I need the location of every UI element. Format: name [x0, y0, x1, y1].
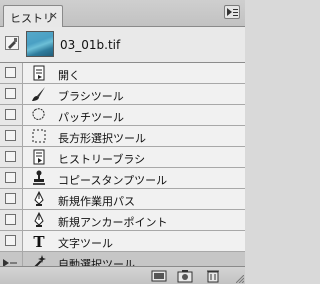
- history-item-label: 新規アンカーポイント: [58, 216, 168, 229]
- pen-icon: [34, 212, 44, 227]
- history-source-checkbox[interactable]: [5, 88, 16, 99]
- history-item[interactable]: パッチツール: [0, 105, 245, 126]
- snapshot-row[interactable]: 03_01b.tif: [0, 27, 245, 63]
- history-list: 開く ブラシツール パッチツール 長方形選択ツール ヒストリーブラシ コピースタ…: [0, 63, 245, 273]
- history-source-cell[interactable]: [0, 231, 23, 251]
- history-source-checkbox[interactable]: [5, 67, 16, 78]
- history-source-cell[interactable]: [0, 189, 23, 209]
- history-source-checkbox[interactable]: [5, 193, 16, 204]
- history-item[interactable]: T 文字ツール: [0, 231, 245, 252]
- history-item[interactable]: 開く: [0, 63, 245, 84]
- snapshot-name: 03_01b.tif: [60, 38, 121, 52]
- history-panel: ヒストリー × 03_01b.tif: [0, 0, 245, 284]
- history-item-label: パッチツール: [58, 111, 124, 124]
- history-source-checkbox[interactable]: [5, 235, 16, 246]
- history-source-cell[interactable]: [0, 126, 23, 146]
- brush-icon: [32, 87, 45, 101]
- history-source-checkbox[interactable]: [5, 151, 16, 162]
- history-item-label: 長方形選択ツール: [58, 132, 146, 145]
- type-icon: T: [33, 233, 45, 249]
- trash-icon[interactable]: [204, 269, 222, 283]
- history-brush-icon: [33, 149, 45, 165]
- history-item-label: ブラシツール: [58, 90, 124, 103]
- snapshot-thumbnail: [26, 31, 54, 57]
- history-item[interactable]: 新規作業用パス: [0, 189, 245, 210]
- history-item-label: 開く: [58, 69, 80, 82]
- open-document-icon: [33, 65, 45, 81]
- panel-tab-bar: ヒストリー ×: [0, 0, 245, 41]
- history-source-checkbox[interactable]: [5, 172, 16, 183]
- history-source-checkbox[interactable]: [5, 36, 19, 50]
- history-item-label: 新規作業用パス: [58, 195, 135, 208]
- svg-text:T: T: [33, 233, 45, 249]
- history-item[interactable]: 長方形選択ツール: [0, 126, 245, 147]
- history-item[interactable]: コピースタンプツール: [0, 168, 245, 189]
- pen-icon: [34, 191, 44, 206]
- history-item-label: 文字ツール: [58, 237, 113, 250]
- history-source-checkbox[interactable]: [5, 130, 16, 141]
- history-item-label: ヒストリーブラシ: [58, 153, 146, 166]
- history-source-checkbox[interactable]: [5, 214, 16, 225]
- close-icon[interactable]: ×: [49, 9, 58, 22]
- patch-icon: [32, 108, 45, 120]
- panel-menu-button[interactable]: [224, 5, 240, 19]
- history-source-cell[interactable]: [0, 105, 23, 125]
- history-source-checkbox[interactable]: [5, 109, 16, 120]
- history-item[interactable]: 新規アンカーポイント: [0, 210, 245, 231]
- history-source-cell[interactable]: [0, 84, 23, 104]
- rect-marquee-icon: [32, 129, 46, 143]
- history-source-cell[interactable]: [0, 210, 23, 230]
- camera-icon[interactable]: [176, 269, 194, 283]
- tab-history[interactable]: ヒストリー ×: [3, 5, 63, 41]
- history-source-cell[interactable]: [0, 168, 23, 188]
- history-brush-source-icon: [8, 38, 17, 49]
- clone-stamp-icon: [33, 170, 45, 185]
- panel-footer: [0, 266, 245, 284]
- history-source-cell[interactable]: [0, 63, 23, 83]
- history-source-cell[interactable]: [0, 147, 23, 167]
- panel-menu-icon: [227, 8, 238, 16]
- history-item[interactable]: ブラシツール: [0, 84, 245, 105]
- resize-grip-icon[interactable]: [236, 275, 244, 283]
- new-document-from-state-icon[interactable]: [150, 269, 168, 283]
- history-item-label: コピースタンプツール: [58, 174, 168, 187]
- history-item[interactable]: ヒストリーブラシ: [0, 147, 245, 168]
